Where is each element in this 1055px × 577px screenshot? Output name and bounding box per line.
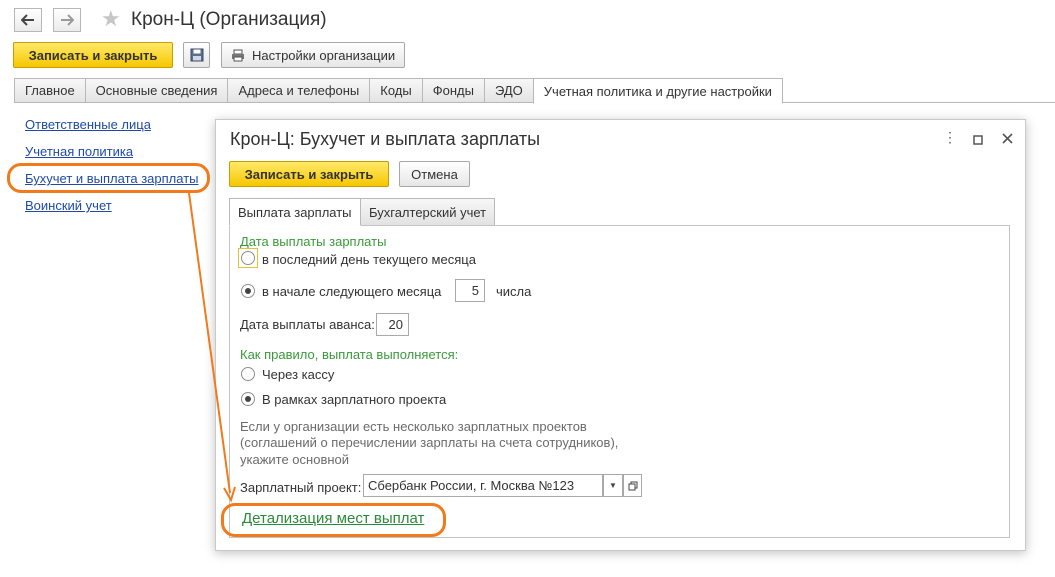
tab-salary-payment[interactable]: Выплата зарплаты — [229, 198, 361, 226]
annotation-arrow — [188, 192, 236, 503]
